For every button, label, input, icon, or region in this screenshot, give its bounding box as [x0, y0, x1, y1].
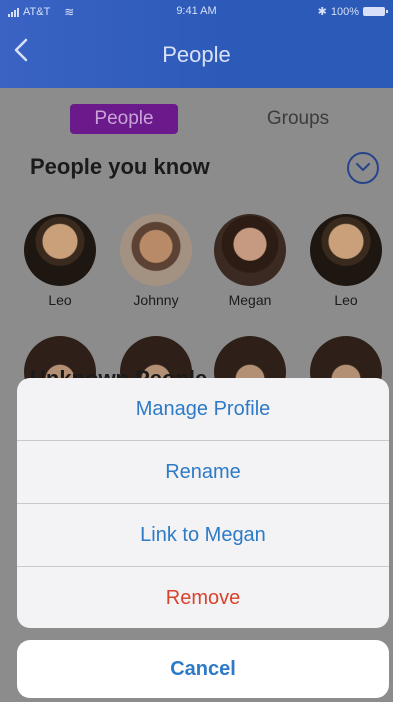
- tab-people[interactable]: People: [70, 104, 178, 134]
- link-to-megan-button[interactable]: Link to Megan: [17, 504, 389, 566]
- avatar[interactable]: [214, 214, 286, 286]
- battery-label: 100%: [330, 5, 359, 18]
- avatar[interactable]: [24, 214, 96, 286]
- action-sheet: Manage Profile Rename Link to Megan Remo…: [17, 378, 389, 628]
- manage-profile-button[interactable]: Manage Profile: [17, 378, 389, 440]
- status-bar: AT&T ≋ 9:41 AM ✱ 100%: [0, 0, 393, 22]
- battery-icon: [363, 7, 388, 16]
- section-title-people-you-know: People you know: [30, 154, 210, 179]
- avatar-name: Leo: [48, 292, 72, 308]
- avatar[interactable]: [310, 214, 382, 286]
- avatar[interactable]: [120, 214, 192, 286]
- status-right: ✱ 100%: [317, 5, 388, 18]
- avatar-name: Megan: [228, 292, 272, 308]
- bluetooth-icon: ✱: [317, 6, 327, 18]
- avatar-name: Johnny: [133, 292, 179, 308]
- avatar-name: Leo: [334, 292, 358, 308]
- rename-button[interactable]: Rename: [17, 441, 389, 503]
- cancel-button[interactable]: Cancel: [17, 640, 389, 698]
- remove-button[interactable]: Remove: [17, 567, 389, 628]
- tab-groups[interactable]: Groups: [248, 104, 348, 134]
- navigation-header: AT&T ≋ 9:41 AM ✱ 100% People: [0, 0, 393, 88]
- page-title: People: [162, 42, 231, 67]
- chevron-down-icon[interactable]: [347, 152, 379, 184]
